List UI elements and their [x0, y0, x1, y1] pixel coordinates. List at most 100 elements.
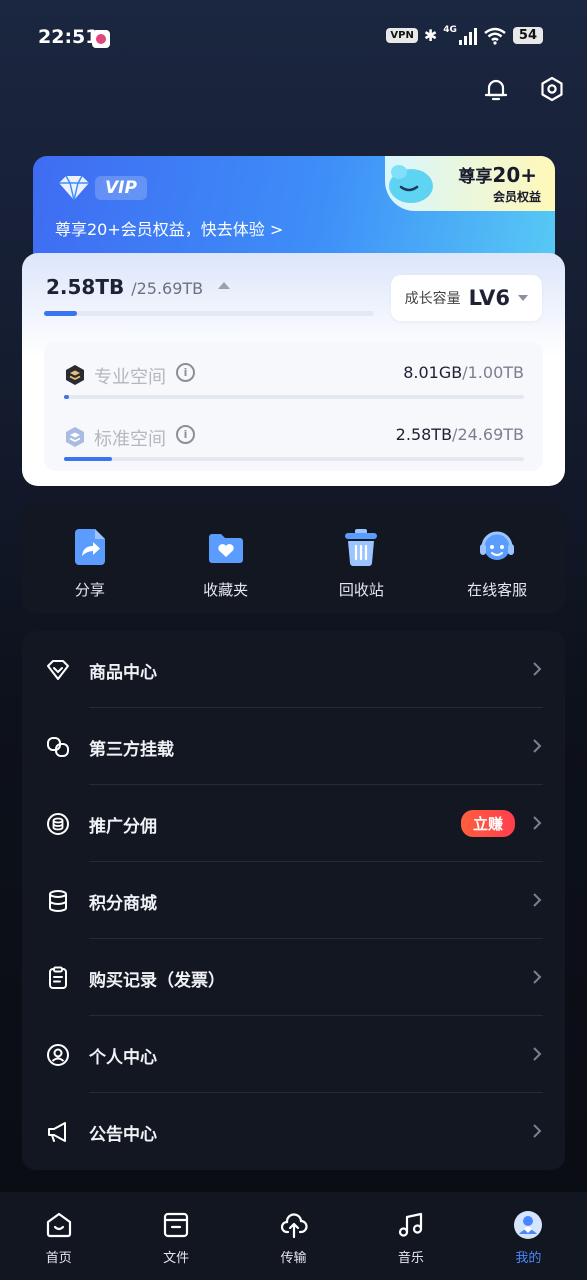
menu-item-label: 积分商城 [89, 894, 157, 914]
quick-action-customer-service[interactable]: 在线客服 [429, 503, 565, 613]
user-icon [47, 1044, 69, 1066]
vip-badge-number: 20+ [492, 163, 537, 187]
quick-action-share[interactable]: 分享 [22, 503, 158, 613]
link-icon [47, 737, 69, 757]
pro-space-progress-fill [64, 395, 69, 399]
receipt-icon [49, 966, 67, 989]
menu-item-announcements[interactable]: 公告中心 [22, 1093, 565, 1170]
pro-space-row: 专业空间 i 8.01GB/1.00TB [64, 354, 524, 404]
customer-service-icon [480, 531, 515, 560]
vip-badge-prefix: 尊享 [458, 167, 493, 187]
chevron-right-icon [533, 816, 542, 830]
vip-tag: VIP [95, 176, 147, 200]
wifi-icon [484, 27, 506, 45]
menu-item-label: 购买记录（发票） [89, 971, 225, 991]
network-type: 4G [443, 24, 457, 35]
caret-down-icon [518, 295, 528, 301]
folder-icon [164, 1212, 189, 1238]
menu-list: 商品中心 第三方挂载 推广分佣 立赚 积分商城 购买记录（发票） 个人中心 公告… [22, 631, 565, 1170]
share-icon [74, 529, 105, 565]
standard-space-progress-fill [64, 457, 113, 461]
music-icon [398, 1212, 423, 1237]
menu-item-personal-center[interactable]: 个人中心 [22, 1016, 565, 1093]
top-actions [481, 74, 567, 104]
bell-icon[interactable] [481, 74, 511, 104]
quick-actions: 分享 收藏夹 回收站 在线客服 [22, 503, 565, 613]
settings-icon[interactable] [537, 74, 567, 104]
tab-transfer[interactable]: 传输 [235, 1192, 352, 1280]
storage-progress [44, 311, 374, 316]
standard-space-total: /24.69TB [452, 425, 524, 444]
quick-action-label: 回收站 [338, 581, 384, 599]
coin-icon [47, 813, 69, 835]
standard-space-row: 标准空间 i 2.58TB/24.69TB [64, 416, 524, 466]
level-value: LV6 [468, 286, 510, 310]
pro-space-icon [66, 365, 84, 385]
battery-icon: 54 [512, 27, 543, 44]
signal-icon [458, 27, 477, 45]
tab-label: 传输 [280, 1251, 307, 1266]
tab-label: 我的 [515, 1251, 542, 1266]
chevron-right-icon [533, 970, 542, 984]
menu-item-purchase-records[interactable]: 购买记录（发票） [22, 939, 565, 1016]
standard-space-value: 2.58TB/24.69TB [396, 425, 524, 444]
level-selector[interactable]: 成长容量 LV6 [390, 275, 542, 321]
menu-item-points-mall[interactable]: 积分商城 [22, 862, 565, 939]
pro-space-label: 专业空间 [94, 367, 166, 388]
cloud-transfer-icon [280, 1213, 308, 1239]
tab-label: 首页 [45, 1251, 72, 1266]
standard-space-icon [66, 427, 84, 447]
menu-item-referral[interactable]: 推广分佣 立赚 [22, 785, 565, 862]
chevron-right-icon [533, 1047, 542, 1061]
quick-action-label: 收藏夹 [203, 581, 249, 599]
chevron-right-icon [533, 1124, 542, 1138]
megaphone-icon [48, 1122, 66, 1142]
pro-space-progress [64, 395, 524, 399]
storage-card: 2.58TB /25.69TB 成长容量 LV6 专业空间 i 8.01GB/1… [22, 253, 565, 486]
menu-item-label: 商品中心 [89, 663, 157, 683]
status-bar: 22:51 VPN ✱ 4G 54 [0, 0, 587, 76]
storage-progress-fill [44, 311, 77, 316]
pro-space-total: /1.00TB [462, 363, 524, 382]
quick-action-favorites[interactable]: 收藏夹 [158, 503, 294, 613]
menu-item-label: 推广分佣 [89, 817, 157, 837]
earn-badge[interactable]: 立赚 [460, 810, 515, 837]
storage-breakdown: 专业空间 i 8.01GB/1.00TB 标准空间 i 2.58TB/24.69… [44, 341, 543, 471]
menu-item-third-party-mount[interactable]: 第三方挂载 [22, 708, 565, 785]
pro-space-used: 8.01GB [403, 363, 463, 382]
menu-item-label: 个人中心 [89, 1048, 157, 1068]
quick-action-label: 在线客服 [467, 581, 528, 599]
chevron-right-icon [533, 662, 542, 676]
storage-summary[interactable]: 2.58TB /25.69TB [46, 275, 231, 299]
mascot-icon [389, 165, 433, 203]
info-icon[interactable]: i [176, 425, 195, 444]
tab-home[interactable]: 首页 [0, 1192, 117, 1280]
status-time: 22:51 [38, 26, 99, 48]
points-stack-icon [49, 890, 67, 912]
storage-used: 2.58TB [46, 275, 125, 299]
vpn-icon: VPN [386, 28, 418, 43]
tab-mine[interactable]: 我的 [470, 1192, 587, 1280]
tab-label: 文件 [163, 1251, 190, 1266]
bluetooth-icon: ✱ [423, 26, 438, 45]
vip-promo-text[interactable]: 尊享20+会员权益，快去体验 > [55, 216, 283, 240]
favorites-folder-icon [208, 534, 243, 563]
vip-banner[interactable]: VIP 尊享20+会员权益，快去体验 > 尊享20+ 会员权益 [33, 156, 555, 266]
bottom-tab-bar: 首页 文件 传输 音乐 我的 [0, 1192, 587, 1280]
notification-app-icon [92, 30, 110, 48]
home-icon [46, 1212, 71, 1238]
standard-space-label: 标准空间 [94, 429, 166, 450]
storage-total: /25.69TB [131, 279, 204, 298]
profile-icon [514, 1211, 543, 1239]
menu-item-product-center[interactable]: 商品中心 [22, 631, 565, 708]
standard-space-used: 2.58TB [395, 425, 453, 444]
vip-badge-title: 尊享20+ [458, 162, 537, 187]
tab-files[interactable]: 文件 [117, 1192, 234, 1280]
standard-space-progress [64, 457, 524, 461]
caret-up-icon [218, 282, 231, 289]
level-label: 成长容量 [404, 291, 461, 307]
info-icon[interactable]: i [176, 363, 195, 382]
tab-music[interactable]: 音乐 [352, 1192, 469, 1280]
quick-action-trash[interactable]: 回收站 [294, 503, 430, 613]
system-icons: VPN ✱ 4G 54 [386, 24, 543, 45]
